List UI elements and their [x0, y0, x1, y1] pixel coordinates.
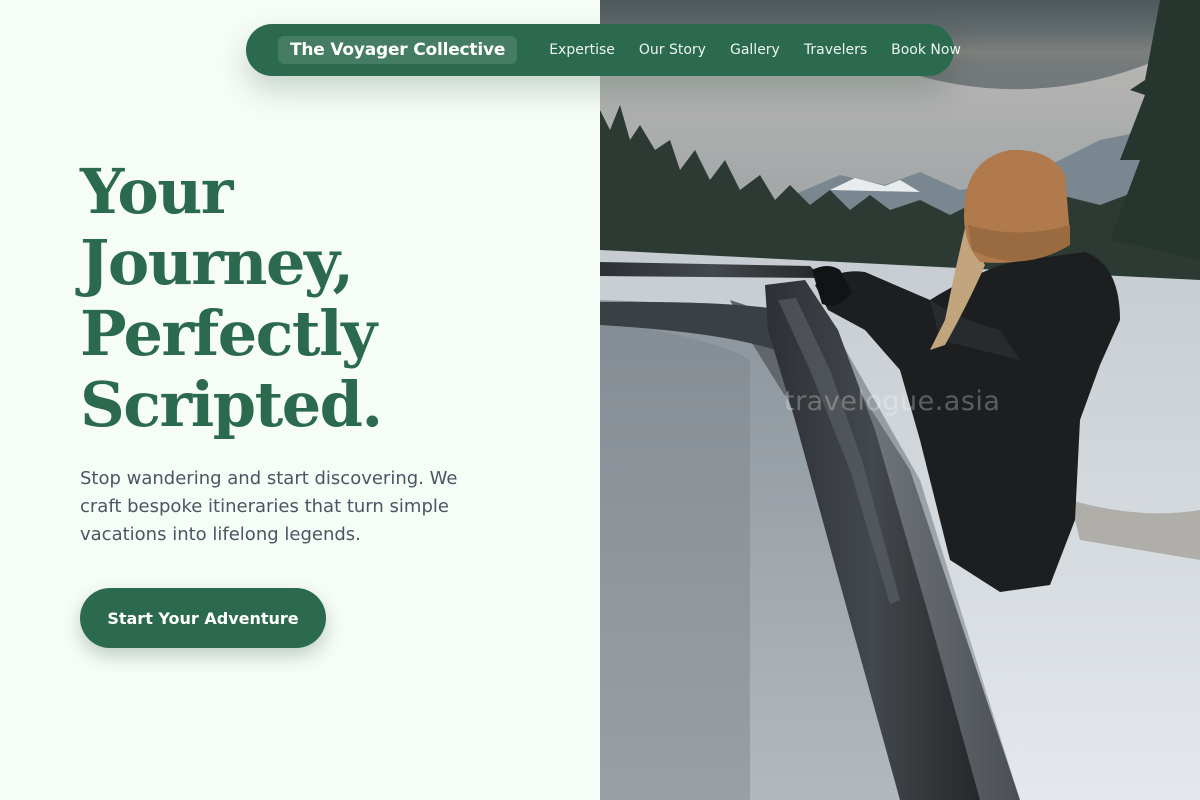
hero-headline: Your Journey, Perfectly Scripted. [80, 156, 560, 440]
start-adventure-button[interactable]: Start Your Adventure [80, 588, 326, 648]
headline-line: Your [80, 155, 233, 228]
nav-link-travelers[interactable]: Travelers [804, 42, 867, 58]
headline-line: Perfectly [80, 297, 377, 370]
nav-link-expertise[interactable]: Expertise [549, 42, 615, 58]
nav-link-our-story[interactable]: Our Story [639, 42, 706, 58]
headline-line: Scripted. [80, 368, 383, 441]
top-navigation: The Voyager Collective Expertise Our Sto… [246, 24, 961, 76]
nav-link-gallery[interactable]: Gallery [730, 42, 780, 58]
headline-line: Journey, [80, 226, 354, 299]
brand-logo[interactable]: The Voyager Collective [278, 36, 518, 64]
watermark-text: travelogue.asia [784, 386, 1001, 417]
nav-link-book-now[interactable]: Book Now [891, 42, 961, 58]
hero-subtext: Stop wandering and start discovering. We… [80, 468, 458, 545]
nav-links: Expertise Our Story Gallery Travelers Bo… [549, 42, 985, 58]
